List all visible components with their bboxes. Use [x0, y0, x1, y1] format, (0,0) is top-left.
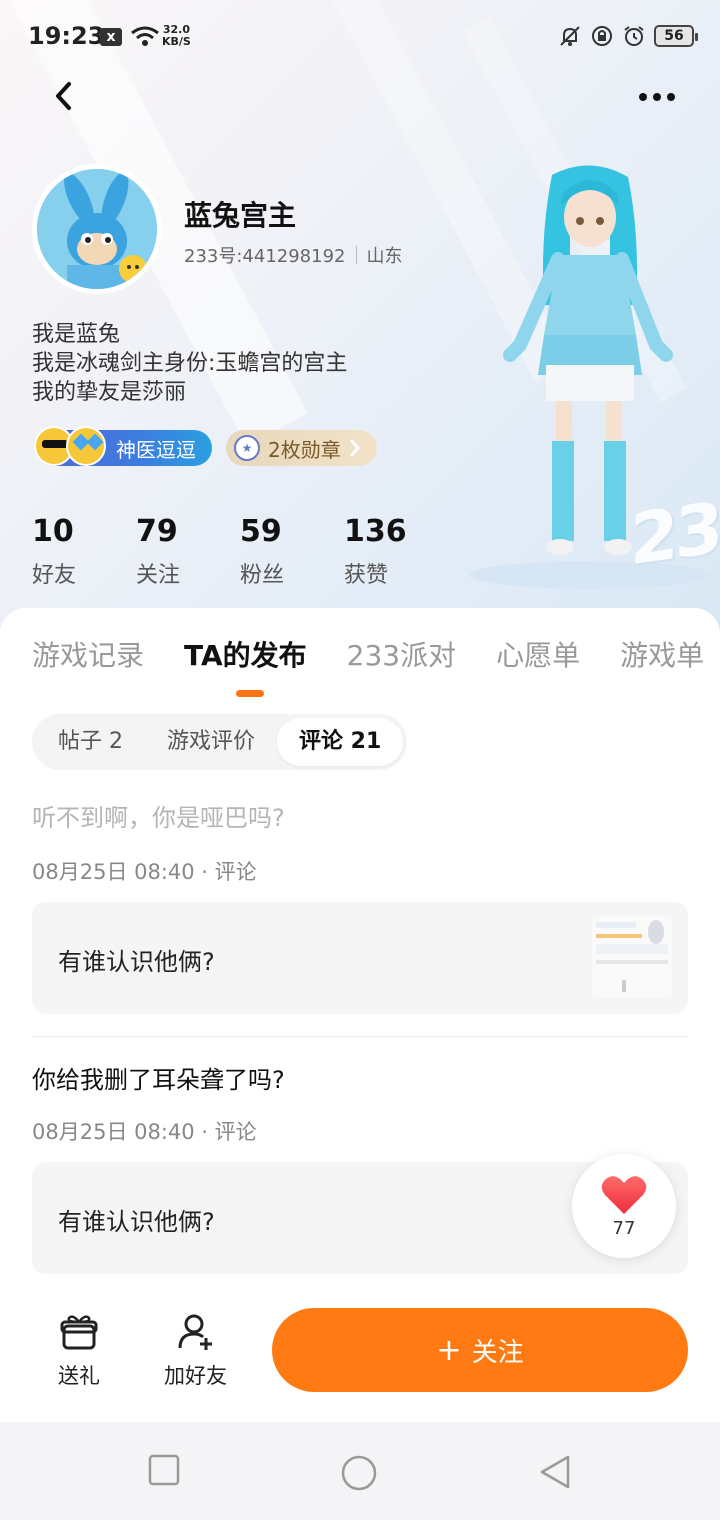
- status-icons: 56: [558, 24, 698, 48]
- quoted-post-title: 有谁认识他俩?: [58, 948, 215, 976]
- more-dot-icon: [653, 93, 661, 101]
- post-thumbnail: [592, 916, 672, 998]
- bio-line: 我是冰魂剑主身份:玉蟾宫的宫主: [32, 351, 348, 376]
- stat-label: 好友: [32, 563, 77, 588]
- add-user-icon: [178, 1314, 212, 1350]
- comment-meta-row: 08月25日 08:40 · 评论: [32, 1116, 688, 1146]
- add-friend-button[interactable]: 加好友: [164, 1312, 227, 1390]
- gift-label: 送礼: [58, 1364, 100, 1388]
- tab-game-list[interactable]: 游戏单: [620, 634, 704, 674]
- battery-indicator: 56: [654, 25, 698, 47]
- network-speed: 32.0 KB/S: [162, 24, 191, 48]
- back-button[interactable]: [44, 76, 84, 116]
- more-dot-icon: [667, 93, 675, 101]
- bio-line: 我的挚友是莎丽: [32, 380, 187, 405]
- stat-label: 粉丝: [240, 563, 285, 588]
- heart-icon: [601, 1175, 647, 1214]
- like-count: 77: [612, 1217, 636, 1239]
- comment-meta: 08月25日 08:40 · 评论: [32, 1120, 257, 1144]
- bio-line: 我是蓝兔: [32, 322, 121, 347]
- active-tab-indicator: [236, 690, 264, 697]
- profile-tabs: 游戏记录 TA的发布 233派对 心愿单 游戏单: [32, 634, 704, 674]
- wifi-icon: [131, 26, 159, 46]
- stat-label: 关注: [136, 563, 181, 588]
- medal-badge[interactable]: ★ 2枚勋章: [226, 430, 377, 466]
- medal-icon: ★: [234, 435, 260, 461]
- network-speed-unit: KB/S: [162, 35, 191, 48]
- tab-posts[interactable]: TA的发布: [184, 634, 307, 674]
- divider: [355, 246, 357, 264]
- profile-id: 233号:441298192: [184, 246, 346, 267]
- rotation-lock-icon: [592, 26, 612, 46]
- gift-icon: [60, 1315, 98, 1350]
- system-navigation-bar: [0, 1422, 720, 1520]
- comment-meta: 08月25日 08:40 · 评论: [32, 860, 257, 884]
- profile-stats: 10 好友 79 关注 59 粉丝 136 获赞: [32, 514, 448, 589]
- profile-location: 山东: [366, 246, 403, 267]
- back-nav-icon[interactable]: [538, 1454, 572, 1490]
- mute-bell-icon: [560, 26, 580, 46]
- comment-text: 听不到啊，你是哑巴吗?: [32, 804, 285, 832]
- notification-icon: x: [100, 28, 122, 46]
- follow-label: 关注: [471, 1337, 524, 1368]
- add-friend-label: 加好友: [164, 1364, 227, 1388]
- tab-game-records[interactable]: 游戏记录: [32, 634, 144, 674]
- tab-wishlist[interactable]: 心愿单: [496, 634, 580, 674]
- stat-value: 59: [240, 514, 282, 549]
- bottom-action-bar: 送礼 加好友 + 关注: [0, 1290, 720, 1420]
- recent-apps-icon[interactable]: [148, 1454, 180, 1486]
- divider: [32, 1036, 688, 1037]
- medal-badge-label: 2枚勋章: [268, 437, 341, 462]
- chevron-left-icon: [56, 82, 71, 110]
- title-badge-label: 神医逗逗: [116, 437, 196, 462]
- subtab-posts[interactable]: 帖子 2: [36, 718, 145, 766]
- avatar[interactable]: [32, 164, 162, 294]
- like-button[interactable]: 77: [572, 1154, 676, 1258]
- stat-fans[interactable]: 59 粉丝: [240, 514, 344, 589]
- profile-id-line: 233号:441298192 山东: [184, 242, 403, 268]
- stat-likes[interactable]: 136 获赞: [344, 514, 448, 589]
- stat-friends[interactable]: 10 好友: [32, 514, 136, 589]
- alarm-icon: [624, 26, 644, 46]
- emoji-faces: [34, 426, 106, 466]
- profile-name: 蓝兔宫主: [184, 199, 297, 232]
- more-dot-icon: [639, 93, 647, 101]
- status-time: 19:23: [28, 22, 105, 50]
- profile-bio: 我是蓝兔 我是冰魂剑主身份:玉蟾宫的宫主 我的挚友是莎丽: [32, 320, 347, 407]
- tab-233-party[interactable]: 233派对: [347, 634, 456, 674]
- more-options-button[interactable]: [632, 80, 682, 114]
- status-bar: 19:23 x 32.0 KB/S 56: [0, 0, 720, 74]
- gift-button[interactable]: 送礼: [58, 1312, 100, 1390]
- comment-text: 你给我删了耳朵聋了吗?: [32, 1066, 285, 1094]
- blue-rabbit-avatar-icon: [37, 169, 157, 289]
- stat-value: 136: [344, 514, 407, 549]
- comment-meta-row: 08月25日 08:40 · 评论: [32, 856, 688, 886]
- title-badge[interactable]: 神医逗逗: [34, 426, 212, 466]
- quoted-post[interactable]: 有谁认识他俩?: [32, 902, 688, 1014]
- post-type-switcher: 帖子 2 游戏评价 评论 21: [32, 714, 408, 770]
- subtab-comments[interactable]: 评论 21: [277, 718, 404, 766]
- stat-following[interactable]: 79 关注: [136, 514, 240, 589]
- star-eyes-emoji-icon: [66, 426, 106, 466]
- stat-label: 获赞: [344, 563, 389, 588]
- home-icon[interactable]: [340, 1454, 378, 1492]
- follow-button[interactable]: + 关注: [272, 1308, 688, 1392]
- quoted-post-title: 有谁认识他俩?: [58, 1208, 215, 1236]
- badge-row: 神医逗逗 ★ 2枚勋章: [34, 426, 377, 466]
- chevron-right-icon: [350, 439, 360, 457]
- subtab-game-reviews[interactable]: 游戏评价: [145, 718, 277, 766]
- comment-item[interactable]: 听不到啊，你是哑巴吗?: [32, 798, 688, 833]
- stat-value: 10: [32, 514, 74, 549]
- plus-icon: +: [436, 1332, 462, 1368]
- comment-item[interactable]: 你给我删了耳朵聋了吗?: [32, 1060, 688, 1095]
- profile-page: 19:23 x 32.0 KB/S 56 蓝兔宫主 233号:441298192…: [0, 0, 720, 1520]
- stat-value: 79: [136, 514, 178, 549]
